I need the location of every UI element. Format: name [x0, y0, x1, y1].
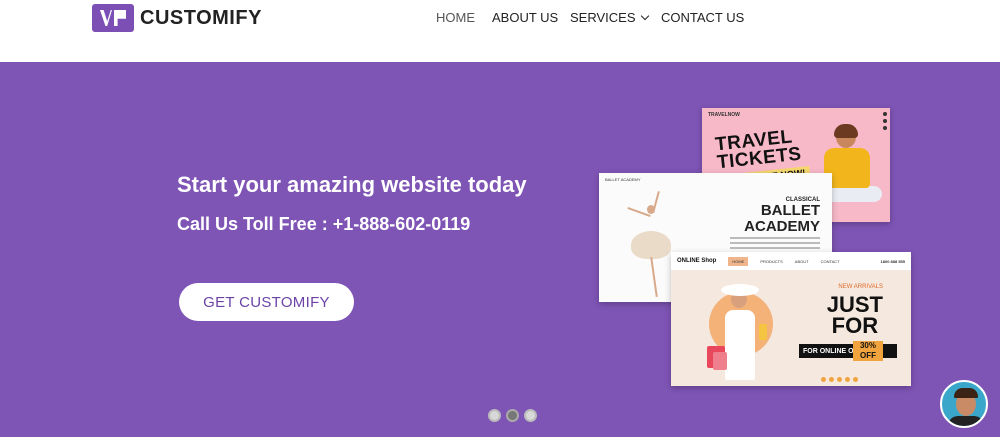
- shop-phone: 1800 888 555: [880, 258, 905, 264]
- nav-services-label: SERVICES: [570, 10, 636, 25]
- slider-dot-3[interactable]: [524, 409, 537, 422]
- chat-avatar[interactable]: [940, 380, 988, 428]
- ballet-title-line1: BALLET: [760, 202, 820, 219]
- travel-brand: TRAVELNOW: [708, 112, 740, 118]
- ballet-title: CLASSICAL BALLET ACADEMY: [744, 197, 820, 235]
- shop-menu-products: PRODUCTS: [760, 258, 783, 264]
- nav-contact-us[interactable]: CONTACT US: [661, 8, 744, 27]
- shop-menu-home: HOME: [728, 256, 749, 266]
- ballet-logo: BALLET ACADEMY: [605, 177, 641, 182]
- nav-home[interactable]: HOME: [436, 8, 475, 27]
- slider-dot-2[interactable]: [506, 409, 519, 422]
- shop-discount: 30% OFF: [853, 341, 883, 361]
- travel-title: TRAVEL TICKETS: [714, 126, 802, 173]
- get-customify-button[interactable]: GET CUSTOMIFY: [179, 283, 354, 321]
- nav-services[interactable]: SERVICES: [570, 8, 649, 27]
- shop-menu-contact: CONTACT: [820, 258, 840, 264]
- shop-headline: JUST FOR: [826, 292, 883, 338]
- nav-about-us[interactable]: ABOUT US: [492, 8, 558, 27]
- slider-dots: [488, 409, 537, 422]
- shop-mini-nav: ONLINE Shop HOME PRODUCTS ABOUT CONTACT …: [671, 252, 911, 270]
- logo-mark-icon: [92, 4, 134, 32]
- slider-dot-1[interactable]: [488, 409, 501, 422]
- brand-name: CUSTOMIFY: [140, 6, 262, 29]
- hero-headline: Start your amazing website today: [177, 172, 527, 197]
- shop-for: FOR: [831, 313, 879, 338]
- dancer-image: [619, 191, 679, 301]
- hero-phone[interactable]: Call Us Toll Free : +1-888-602-0119: [177, 214, 470, 235]
- shop-new-arrivals: NEW ARRIVALS: [838, 284, 883, 290]
- shop-model-image: [699, 276, 773, 384]
- shop-just: JUST: [826, 292, 883, 317]
- mockup-shop-site: ONLINE Shop HOME PRODUCTS ABOUT CONTACT …: [671, 252, 911, 386]
- travel-mini-nav: TRAVELNOW: [702, 108, 890, 122]
- chevron-down-icon: [640, 11, 649, 21]
- hero-banner: Start your amazing website today Call Us…: [0, 62, 1000, 437]
- shop-menu-about: ABOUT: [794, 258, 809, 264]
- site-header: CUSTOMIFY HOME ABOUT US SERVICES CONTACT…: [0, 0, 1000, 62]
- social-icons: [883, 112, 887, 130]
- brand-logo[interactable]: CUSTOMIFY: [92, 4, 262, 32]
- shop-footer-icons: [821, 377, 858, 382]
- shop-brand: ONLINE Shop: [677, 258, 717, 264]
- ballet-title-line2: ACADEMY: [744, 218, 820, 235]
